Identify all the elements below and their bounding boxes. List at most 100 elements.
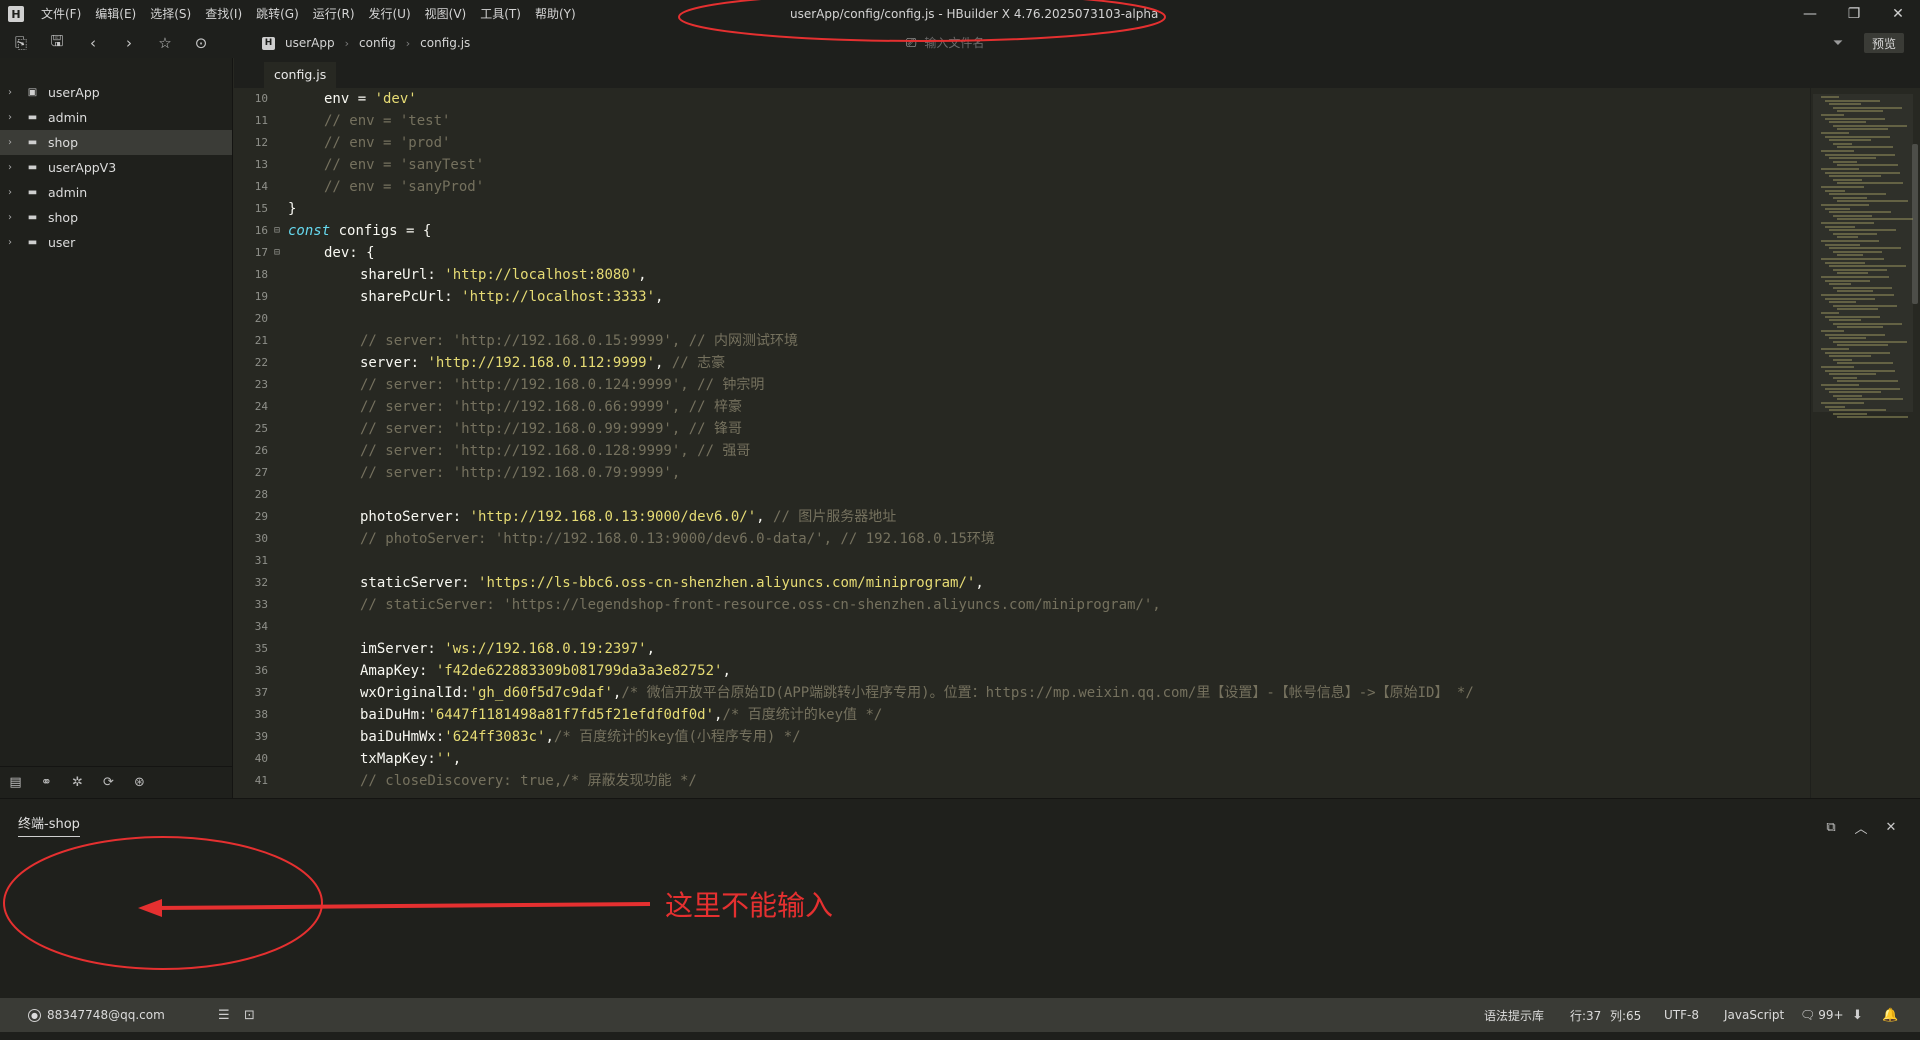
menu-item[interactable]: 工具(T) — [473, 0, 528, 28]
cursor-col[interactable]: 列:65 — [1610, 998, 1641, 1032]
plugin-icon[interactable]: ⊛ — [124, 768, 155, 798]
breadcrumb-item[interactable]: config — [359, 36, 396, 50]
code-line[interactable]: 18 shareUrl: 'http://localhost:8080', — [234, 264, 1810, 286]
download-icon[interactable]: ⬇ — [1852, 998, 1863, 1032]
menu-item[interactable]: 帮助(Y) — [528, 0, 583, 28]
code-line[interactable]: 32 staticServer: 'https://ls-bbc6.oss-cn-… — [234, 572, 1810, 594]
code-line[interactable]: 35 imServer: 'ws://192.168.0.19:2397', — [234, 638, 1810, 660]
code-line[interactable]: 27 // server: 'http://192.168.0.79:9999', — [234, 462, 1810, 484]
code-line[interactable]: 41 // closeDiscovery: true,/* 屏蔽发现功能 */ — [234, 770, 1810, 792]
code-line[interactable]: 11 // env = 'test' — [234, 110, 1810, 132]
menu-item[interactable]: 编辑(E) — [88, 0, 143, 28]
code-line[interactable]: 28 — [234, 484, 1810, 506]
close-panel-icon[interactable]: ✕ — [1876, 817, 1906, 837]
new-file-icon[interactable]: ⎘ — [6, 28, 36, 58]
menu-item[interactable]: 视图(V) — [418, 0, 474, 28]
code-line[interactable]: 34 — [234, 616, 1810, 638]
chevron-right-icon[interactable]: › — [8, 87, 20, 98]
binoculars-icon[interactable]: ⚭ — [31, 768, 62, 798]
tree-item[interactable]: › ▬ admin — [0, 105, 232, 130]
list-icon[interactable]: ☰ — [218, 998, 230, 1032]
preview-button[interactable]: 预览 — [1864, 33, 1904, 53]
minimize-button[interactable]: — — [1788, 0, 1832, 28]
chevron-right-icon[interactable]: › — [8, 137, 20, 148]
menu-item[interactable]: 文件(F) — [34, 0, 88, 28]
cursor-line[interactable]: 行:37 — [1570, 998, 1601, 1032]
code-line[interactable]: 21 // server: 'http://192.168.0.15:9999',… — [234, 330, 1810, 352]
favorite-star-icon[interactable]: ☆ — [150, 28, 180, 58]
tree-item[interactable]: › ▬ shop — [0, 205, 232, 230]
tree-item[interactable]: › ▣ userApp — [0, 80, 232, 105]
code-line[interactable]: 39 baiDuHmWx:'624ff3083c',/* 百度统计的key值(小程… — [234, 726, 1810, 748]
code-line[interactable]: 12 // env = 'prod' — [234, 132, 1810, 154]
code-line[interactable]: 15} — [234, 198, 1810, 220]
syntax-lib-link[interactable]: 语法提示库 — [1484, 998, 1544, 1032]
fold-toggle-icon[interactable]: ⊟ — [274, 220, 284, 242]
menu-item[interactable]: 选择(S) — [143, 0, 198, 28]
code-line[interactable]: 37 wxOriginalId:'gh_d60f5d7c9daf',/* 微信开放… — [234, 682, 1810, 704]
code-line[interactable]: 19 sharePcUrl: 'http://localhost:3333', — [234, 286, 1810, 308]
code-line[interactable]: 16 ⊟ const configs = { — [234, 220, 1810, 242]
minimap[interactable] — [1810, 88, 1920, 798]
user-account[interactable]: ● 88347748@qq.com — [28, 998, 165, 1032]
menu-item[interactable]: 发行(U) — [362, 0, 418, 28]
code-line[interactable]: 31 — [234, 550, 1810, 572]
code-line[interactable]: 17 ⊟ dev: { — [234, 242, 1810, 264]
code-line[interactable]: 25 // server: 'http://192.168.0.99:9999',… — [234, 418, 1810, 440]
project-icon: H — [262, 36, 275, 50]
tree-item[interactable]: › ▬ userAppV3 — [0, 155, 232, 180]
chevron-right-icon[interactable]: › — [8, 162, 20, 173]
code-line[interactable]: 13 // env = 'sanyTest' — [234, 154, 1810, 176]
chevron-right-icon[interactable]: › — [8, 112, 20, 123]
breadcrumb-item[interactable]: config.js — [420, 36, 470, 50]
code-line[interactable]: 33 // staticServer: 'https://legendshop-f… — [234, 594, 1810, 616]
filter-icon[interactable]: ⏷ — [1828, 28, 1848, 58]
code-line[interactable]: 40 txMapKey:'', — [234, 748, 1810, 770]
tree-item[interactable]: › ▬ user — [0, 230, 232, 255]
code-line[interactable]: 29 photoServer: 'http://192.168.0.13:9000… — [234, 506, 1810, 528]
debug-bug-icon[interactable]: ✲ — [62, 768, 93, 798]
menu-item[interactable]: 运行(R) — [306, 0, 362, 28]
code-editor[interactable]: 10 env = 'dev' 11 // env = 'test' 12 // env =… — [234, 88, 1810, 798]
close-button[interactable]: ✕ — [1876, 0, 1920, 28]
code-line[interactable]: 22 server: 'http://192.168.0.112:9999', /… — [234, 352, 1810, 374]
open-external-icon[interactable]: ⧉ — [1816, 817, 1846, 837]
fold-toggle-icon[interactable]: ⊟ — [274, 242, 284, 264]
back-icon[interactable]: ‹ — [78, 28, 108, 58]
maximize-panel-icon[interactable]: ︿ — [1846, 817, 1876, 837]
chevron-right-icon[interactable]: › — [8, 212, 20, 223]
encoding-selector[interactable]: UTF-8 — [1664, 998, 1699, 1032]
code-line[interactable]: 20 — [234, 308, 1810, 330]
notifications-count[interactable]: 🗨 99+ — [1800, 998, 1844, 1032]
minimap-line — [1837, 218, 1913, 221]
chevron-right-icon[interactable]: › — [8, 237, 20, 248]
editor-scrollbar[interactable] — [1912, 144, 1918, 304]
run-icon[interactable]: ⊙ — [186, 28, 216, 58]
tree-item[interactable]: › ▬ admin — [0, 180, 232, 205]
menu-item[interactable]: 查找(I) — [198, 0, 249, 28]
code-line[interactable]: 26 // server: 'http://192.168.0.128:9999'… — [234, 440, 1810, 462]
tab-config-js[interactable]: config.js — [264, 62, 337, 88]
tree-item[interactable]: › ▬ shop — [0, 130, 232, 155]
terminal-tab[interactable]: 终端-shop — [18, 813, 80, 837]
project-manager-icon[interactable]: ▤ — [0, 768, 31, 798]
restore-button[interactable]: ❐ — [1832, 0, 1876, 28]
code-line[interactable]: 36 AmapKey: 'f42de622883309b081799da3a3e8… — [234, 660, 1810, 682]
file-search-input[interactable] — [924, 36, 1125, 50]
code-line[interactable]: 30 // photoServer: 'http://192.168.0.13:9… — [234, 528, 1810, 550]
code-line[interactable]: 38 baiDuHm:'6447f1181498a81f7fd5f21efdf0d… — [234, 704, 1810, 726]
code-line[interactable]: 23 // server: 'http://192.168.0.124:9999'… — [234, 374, 1810, 396]
bell-icon[interactable]: 🔔 — [1882, 998, 1898, 1032]
chevron-right-icon[interactable]: › — [8, 187, 20, 198]
console-icon[interactable]: ⊡ — [244, 998, 255, 1032]
save-icon[interactable]: 🖫 — [42, 28, 72, 58]
breadcrumb-item[interactable]: userApp — [285, 36, 335, 50]
language-selector[interactable]: JavaScript — [1724, 998, 1784, 1032]
git-sync-icon[interactable]: ⟳ — [93, 768, 124, 798]
code-line[interactable]: 24 // server: 'http://192.168.0.66:9999',… — [234, 396, 1810, 418]
menu-item[interactable]: 跳转(G) — [249, 0, 306, 28]
code-line[interactable]: 10 env = 'dev' — [234, 88, 1810, 110]
code-line[interactable]: 14 // env = 'sanyProd' — [234, 176, 1810, 198]
forward-icon[interactable]: › — [114, 28, 144, 58]
terminal-input[interactable] — [10, 839, 1910, 989]
